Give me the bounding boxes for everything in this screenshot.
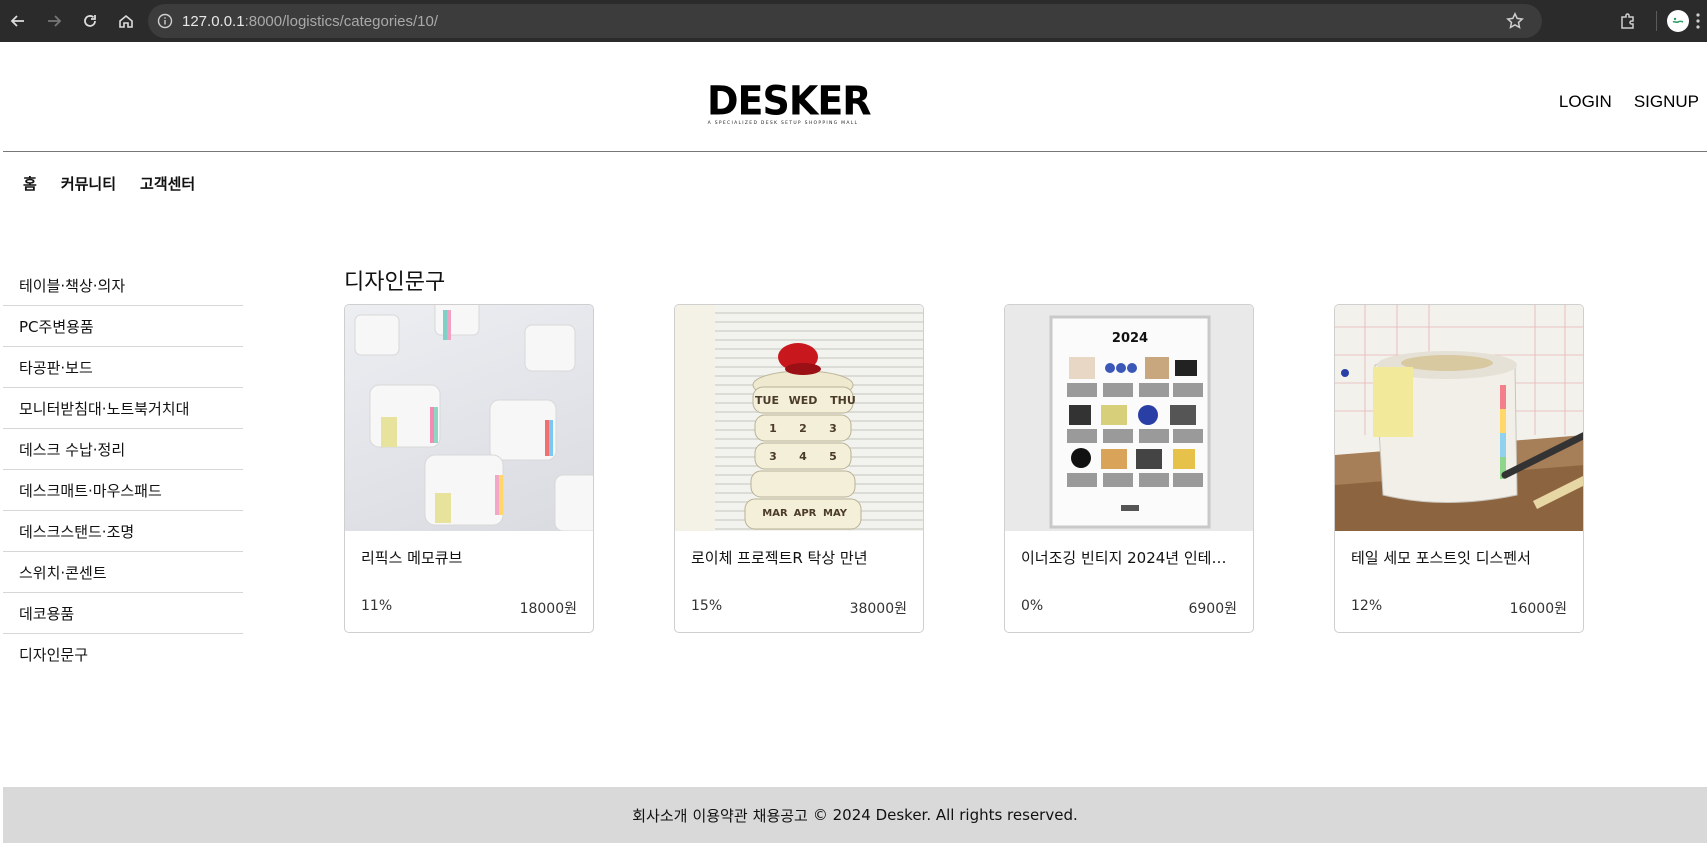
product-image[interactable] bbox=[345, 305, 593, 531]
category-sidebar: 테이블·책상·의자 PC주변용품 타공판·보드 모니터받침대·노트북거치대 데스… bbox=[3, 265, 243, 675]
auth-links: LOGIN SIGNUP bbox=[1559, 92, 1699, 112]
calendar-number: 4 bbox=[799, 450, 807, 463]
site-info-icon[interactable] bbox=[148, 13, 182, 29]
calendar-number: 2 bbox=[799, 422, 807, 435]
product-card[interactable]: 2024 이너조깅 빈티지 2024년 인테… 0% 6900원 bbox=[1004, 304, 1254, 633]
footer-copyright: © 2024 Desker. All rights reserved. bbox=[812, 806, 1078, 824]
product-discount: 0% bbox=[1021, 598, 1044, 614]
product-discount: 11% bbox=[361, 598, 393, 614]
url-text: 127.0.0.1:8000/logistics/categories/10/ bbox=[182, 13, 438, 30]
calendar-month: MAY bbox=[823, 508, 848, 519]
browser-toolbar: 127.0.0.1:8000/logistics/categories/10/ bbox=[0, 0, 1707, 42]
signup-link[interactable]: SIGNUP bbox=[1634, 92, 1699, 112]
product-price: 18000원 bbox=[519, 601, 577, 617]
category-link[interactable]: 데코용품 bbox=[3, 593, 243, 634]
calendar-number: 5 bbox=[829, 450, 837, 463]
product-grid: 리픽스 메모큐브 11% 18000원 WED THU TUE 1 2 3 3 … bbox=[344, 304, 1584, 633]
product-discount: 15% bbox=[691, 598, 723, 614]
calendar-day-label: THU bbox=[830, 394, 856, 407]
product-image[interactable]: WED THU TUE 1 2 3 3 4 5 MAR APR MAY bbox=[675, 305, 923, 531]
calendar-day-label: TUE bbox=[755, 394, 779, 407]
url-host: 127.0.0.1 bbox=[182, 12, 245, 30]
category-link[interactable]: 데스크스탠드·조명 bbox=[3, 511, 243, 552]
product-name[interactable]: 로이체 프로젝트R 탁상 만년 bbox=[691, 547, 911, 568]
calendar-month: APR bbox=[794, 508, 817, 519]
footer-about-link[interactable]: 회사소개 bbox=[632, 805, 687, 826]
product-name[interactable]: 리픽스 메모큐브 bbox=[361, 547, 581, 568]
product-image[interactable]: 2024 bbox=[1005, 305, 1253, 531]
nav-home[interactable]: 홈 bbox=[23, 173, 37, 194]
calendar-number: 3 bbox=[829, 422, 837, 435]
nav-community[interactable]: 커뮤니티 bbox=[61, 173, 116, 194]
desker-logo[interactable]: DESKER A SPECIALIZED DESK SETUP SHOPPING… bbox=[707, 77, 872, 126]
forward-icon[interactable] bbox=[36, 3, 72, 39]
product-card[interactable]: 리픽스 메모큐브 11% 18000원 bbox=[344, 304, 594, 633]
profile-avatar-icon[interactable] bbox=[1667, 10, 1689, 32]
nav-customer-center[interactable]: 고객센터 bbox=[140, 173, 195, 194]
product-image[interactable] bbox=[1335, 305, 1583, 531]
product-price: 6900원 bbox=[1188, 601, 1237, 617]
product-name[interactable]: 테일 세모 포스트잇 디스펜서 bbox=[1351, 547, 1571, 568]
toolbar-right bbox=[1610, 0, 1707, 42]
calendar-month: MAR bbox=[762, 508, 788, 519]
category-link[interactable]: 모니터받침대·노트북거치대 bbox=[3, 388, 243, 429]
calendar-number: 1 bbox=[769, 422, 777, 435]
top-navigation: 홈 커뮤니티 고객센터 bbox=[23, 173, 195, 194]
back-icon[interactable] bbox=[0, 3, 36, 39]
product-card[interactable]: WED THU TUE 1 2 3 3 4 5 MAR APR MAY 로이체 … bbox=[674, 304, 924, 633]
product-name[interactable]: 이너조깅 빈티지 2024년 인테… bbox=[1021, 547, 1241, 568]
toolbar-separator bbox=[1656, 11, 1657, 31]
product-price: 38000원 bbox=[849, 601, 907, 617]
calendar-number: 3 bbox=[769, 450, 777, 463]
url-path: :8000/logistics/categories/10/ bbox=[244, 12, 439, 30]
category-link[interactable]: 데스크 수납·정리 bbox=[3, 429, 243, 470]
menu-kebab-icon[interactable] bbox=[1689, 3, 1707, 39]
category-link[interactable]: 스위치·콘센트 bbox=[3, 552, 243, 593]
product-price: 16000원 bbox=[1509, 601, 1567, 617]
home-icon[interactable] bbox=[108, 3, 144, 39]
category-link[interactable]: 디자인문구 bbox=[3, 634, 243, 675]
footer-jobs-link[interactable]: 채용공고 bbox=[753, 805, 808, 826]
category-link[interactable]: 테이블·책상·의자 bbox=[3, 265, 243, 306]
site-header: DESKER A SPECIALIZED DESK SETUP SHOPPING… bbox=[3, 42, 1707, 152]
logo-brand-text: DESKER bbox=[707, 77, 872, 125]
category-link[interactable]: PC주변용품 bbox=[3, 306, 243, 347]
calendar-day-label: WED bbox=[789, 394, 818, 407]
category-link[interactable]: 데스크매트·마우스패드 bbox=[3, 470, 243, 511]
bookmark-star-icon[interactable] bbox=[1506, 12, 1524, 34]
address-bar[interactable]: 127.0.0.1:8000/logistics/categories/10/ bbox=[148, 4, 1542, 38]
product-card[interactable]: 테일 세모 포스트잇 디스펜서 12% 16000원 bbox=[1334, 304, 1584, 633]
extensions-icon[interactable] bbox=[1610, 3, 1646, 39]
reload-icon[interactable] bbox=[72, 3, 108, 39]
poster-year: 2024 bbox=[1112, 331, 1148, 346]
category-title: 디자인문구 bbox=[344, 270, 446, 295]
login-link[interactable]: LOGIN bbox=[1559, 92, 1612, 112]
site-footer: 회사소개 이용약관 채용공고 © 2024 Desker. All rights… bbox=[3, 787, 1707, 843]
footer-terms-link[interactable]: 이용약관 bbox=[692, 805, 747, 826]
product-discount: 12% bbox=[1351, 598, 1383, 614]
category-link[interactable]: 타공판·보드 bbox=[3, 347, 243, 388]
